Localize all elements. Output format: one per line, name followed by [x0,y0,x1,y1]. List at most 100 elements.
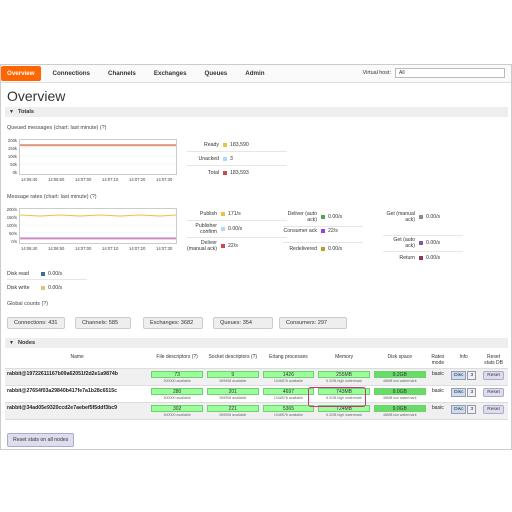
ready-swatch [223,143,227,147]
sd-cell: 221 269908 available [204,402,261,420]
queued-xtick: 14:07:00 [75,177,92,182]
stat-disk-write: Disk write 0.00/s [7,285,62,291]
divider [187,165,287,166]
tab-admin[interactable]: Admin [239,66,270,81]
rates-ytick: 150/s [6,215,17,220]
node-name-link[interactable]: rabbit@19722611167b09a62051f2d2e1a9874b [5,368,150,386]
management-window: Overview Connections Channels Exchanges … [0,64,512,450]
page-title: Overview [7,88,66,104]
col-socket-descriptors[interactable]: Socket descriptors (?) [204,352,261,369]
stat-disk-write-value: 0.00/s [48,285,63,291]
fd-bar: 280 [151,388,203,395]
disc-count-badge: 3 [467,371,477,380]
tab-exchanges[interactable]: Exchanges [148,66,193,81]
rates-mode-cell: basic [427,385,449,403]
tab-channels[interactable]: Channels [102,66,142,81]
stat-consumer-ack-value: 22/s [328,228,338,234]
message-rates-chart [19,208,177,244]
nodes-table: Name File descriptors (?) Socket descrip… [5,352,508,420]
stat-deliver-manual-value: 22/s [228,243,238,249]
col-memory: Memory [316,352,372,369]
disk-bar: 9.0GB [373,405,426,412]
publish-swatch [221,212,225,216]
divider [283,242,363,243]
disc-badge: Disc [451,371,467,380]
tab-queues[interactable]: Queues [199,66,234,81]
disc-count-badge: 3 [467,405,477,414]
vhost-select[interactable]: All [395,68,505,78]
queued-xtick: 14:07:10 [102,177,119,182]
queued-xtick: 14:06:40 [21,177,38,182]
sd-bar: 221 [206,405,259,412]
node-name-link[interactable]: rabbit@27654f03a29840b417fe7a1b28c6515c [5,385,150,403]
sd-bar: 9 [206,371,259,378]
totals-section-header[interactable]: ▼ Totals [5,107,508,117]
stat-redelivered-label: Redelivered [289,246,317,252]
stat-deliver-manual-label: Deliver (manual ack) [187,240,217,252]
col-file-descriptors[interactable]: File descriptors (?) [149,352,205,369]
consumers-count-button[interactable]: Consumers: 297 [279,317,347,329]
deliver-manual-swatch [221,244,225,248]
fd-cell: 280 300000 available [149,385,205,403]
exchanges-count-button[interactable]: Exchanges: 3682 [143,317,203,329]
channels-count-button[interactable]: Channels: 585 [75,317,131,329]
divider [283,226,363,227]
queued-messages-chart [19,139,177,175]
stat-redelivered: Redelivered 0.00/s [283,246,342,252]
reset-cell: Reset [479,368,508,386]
col-disk-space: Disk space [371,352,428,369]
stat-deliver-auto: Deliver (auto ack) 0.00/s [283,211,343,223]
stat-get-manual-label: Get (manual ack) [386,211,415,223]
divider [187,151,287,152]
return-swatch [419,256,423,260]
queues-count-button[interactable]: Queues: 354 [213,317,273,329]
tab-overview[interactable]: Overview [1,66,41,81]
rates-xtick: 14:07:30 [156,246,173,251]
rates-publish-line [19,214,177,217]
divider [187,220,287,221]
ep-cell: 1426 1048576 available [260,368,317,386]
queued-xtick: 14:07:30 [156,177,173,182]
stat-ready: Ready 183,590 [187,142,249,148]
stat-return-label: Return [399,255,415,261]
chevron-down-icon: ▼ [9,340,14,346]
disk-write-swatch [41,286,45,290]
table-row: rabbit@34ad05e9320ccd2e7aebef5f5ddf3bc9 … [5,402,508,420]
stat-total-value: 183,593 [230,170,249,176]
reset-all-nodes-button[interactable]: Reset stats on all nodes [7,433,75,447]
reset-cell: Reset [479,402,508,420]
connections-count-button[interactable]: Connections: 431 [7,317,65,329]
reset-cell: Reset [479,385,508,403]
stat-total: Total 183,593 [187,170,249,176]
disk-cell: 9.2GB 48MB low watermark [371,368,428,386]
stat-unacked-value: 3 [230,156,233,162]
queued-ytick: 0k [12,170,17,175]
reset-button[interactable]: Reset [483,371,504,380]
rates-xtick: 14:06:50 [48,246,65,251]
stat-get-manual: Get (manual ack) 0.00/s [383,211,440,223]
disk-bar: 9.0GB [373,388,426,395]
table-row: rabbit@19722611167b09a62051f2d2e1a9874b … [5,368,508,386]
tab-connections[interactable]: Connections [47,66,96,81]
ep-bar: 4697 [262,388,315,395]
fd-bar: 73 [151,371,203,378]
queued-messages-title: Queued messages (chart: last minute) (?) [7,125,107,131]
disk-sub: 48MB low watermark [382,413,417,417]
info-cell: Disc 3 [448,402,480,420]
node-name-link[interactable]: rabbit@34ad05e9320ccd2e7aebef5f5ddf3bc9 [5,402,150,420]
vhost-label: Virtual host: [362,70,391,76]
sd-cell: 9 269908 available [204,368,261,386]
queued-ytick: 150k [7,146,17,151]
rates-mode-cell: basic [427,368,449,386]
disc-count-badge: 3 [467,388,477,397]
nodes-section-header[interactable]: ▼ Nodes [5,338,508,348]
redelivered-swatch [321,247,325,251]
stat-ready-label: Ready [204,142,219,148]
divider [7,279,87,280]
reset-button[interactable]: Reset [483,405,504,414]
publisher-confirm-swatch [221,227,225,231]
stat-disk-read: Disk read 0.00/s [7,271,62,277]
stat-get-auto: Get (auto ack) 0.00/s [383,237,440,249]
reset-button[interactable]: Reset [483,388,504,397]
queued-ytick: 200k [7,138,17,143]
